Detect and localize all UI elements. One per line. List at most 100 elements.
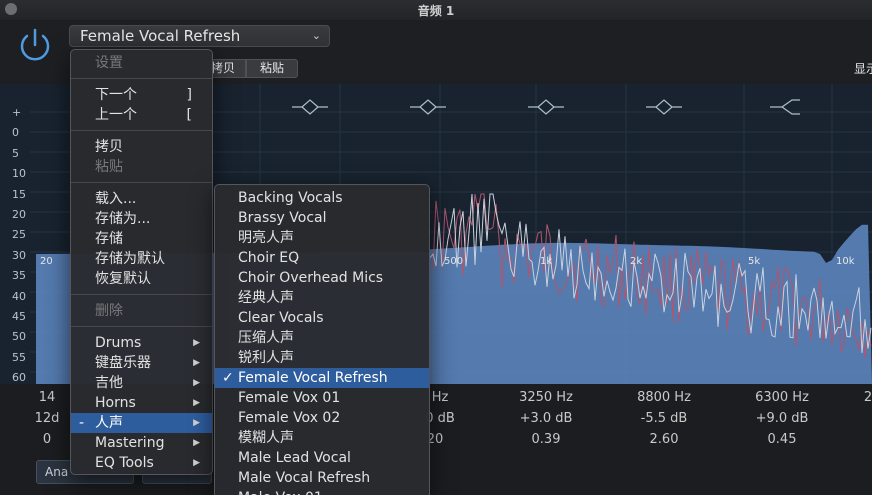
preset-item-label: Female Vocal Refresh [238, 370, 388, 386]
preset-item-label: Choir EQ [238, 250, 300, 266]
preset-item-label: Clear Vocals [238, 310, 324, 326]
preset-item[interactable]: Clear Vocals [215, 308, 429, 328]
menu-separator [71, 294, 212, 295]
menu-item-load[interactable]: 载入... [71, 189, 212, 209]
band4-gain[interactable]: -5.5 dB [624, 411, 704, 426]
band5-gain[interactable]: +9.0 dB [742, 411, 822, 426]
preset-item[interactable]: Female Vox 01 [215, 388, 429, 408]
menu-category-item[interactable]: 键盘乐器 ▶ [71, 353, 212, 373]
db-scale-label: 25 [12, 228, 26, 242]
vocal-presets-submenu: Backing Vocals Brassy Vocal 明亮人声 Choir EQ Ch… [214, 184, 430, 495]
menu-item-settings: 设置 [95, 55, 123, 71]
preset-item-label: 经典人声 [238, 290, 294, 306]
power-icon[interactable] [15, 26, 55, 66]
menu-category-label: 键盘乐器 [95, 355, 151, 371]
freq-scale-label: 2k [630, 256, 643, 267]
preset-item[interactable]: 明亮人声 [215, 228, 429, 248]
menu-item-save-default[interactable]: 存储为默认 [71, 249, 212, 269]
preset-item[interactable]: Male Vox 01 [215, 488, 429, 495]
band5-q[interactable]: 0.45 [742, 432, 822, 447]
db-scale-label: 60 [12, 371, 26, 384]
preset-item[interactable]: Brassy Vocal [215, 208, 429, 228]
menu-separator [71, 182, 212, 183]
preset-item-label: 明亮人声 [238, 230, 294, 246]
preset-item[interactable]: 压缩人声 [215, 328, 429, 348]
submenu-arrow-icon: ▶ [193, 358, 200, 368]
freq-scale-label: 20 [40, 256, 53, 267]
freq-scale-label: 10k [836, 256, 855, 267]
band5-freq[interactable]: 6300 Hz [742, 390, 822, 405]
preset-item-label: 锐利人声 [238, 350, 294, 366]
band6-freq[interactable]: 2 [858, 390, 872, 405]
menu-item-save-as[interactable]: 存储为... [71, 209, 212, 229]
preset-item[interactable]: Male Lead Vocal [215, 448, 429, 468]
band3-gain[interactable]: +3.0 dB [506, 411, 586, 426]
preset-item-label: Female Vox 01 [238, 390, 341, 406]
preset-item-label: Brassy Vocal [238, 210, 327, 226]
preset-item-label: Male Lead Vocal [238, 450, 351, 466]
checkmark-icon: ✓ [222, 370, 234, 386]
db-scale-label: 20 [12, 208, 26, 221]
active-category-marker: - [79, 415, 85, 431]
preset-item[interactable]: 经典人声 [215, 288, 429, 308]
freq-scale-label: 500 [444, 256, 464, 267]
preset-item[interactable]: Choir Overhead Mics [215, 268, 429, 288]
menu-category-item[interactable]: Drums ▶ [71, 333, 212, 353]
menu-item-previous-label: 上一个 [95, 107, 137, 123]
window-title: 音频 1 [417, 4, 455, 18]
menu-category-label: 人声 [95, 415, 123, 431]
db-scale-label: 5 [12, 146, 19, 160]
menu-category-item[interactable]: 吉他 ▶ [71, 373, 212, 393]
band1-q[interactable]: 0 [22, 432, 72, 447]
preset-item[interactable]: ✓ Female Vocal Refresh [215, 368, 429, 388]
menu-separator [71, 78, 212, 79]
menu-item-next-label: 下一个 [95, 87, 137, 103]
menu-separator [71, 130, 212, 131]
preset-item-label: Male Vocal Refresh [238, 470, 371, 486]
db-scale-label: 35 [12, 269, 26, 283]
db-scale-label: 40 [12, 289, 26, 303]
menu-category-item[interactable]: Mastering ▶ [71, 433, 212, 453]
band1-gain[interactable]: 12d [22, 411, 72, 426]
preset-item[interactable]: Choir EQ [215, 248, 429, 268]
preset-name: Female Vocal Refresh [80, 27, 241, 45]
band3-freq[interactable]: 3250 Hz [506, 390, 586, 405]
preset-item-label: 模糊人声 [238, 430, 294, 446]
menu-item-paste: 粘贴 [95, 159, 123, 175]
menu-category-item[interactable]: - 人声 ▶ [71, 413, 212, 433]
menu-category-label: EQ Tools [95, 455, 154, 471]
submenu-arrow-icon: ▶ [193, 438, 200, 448]
band4-q[interactable]: 2.60 [624, 432, 704, 447]
preset-menu: 设置 下一个 ] 上一个 [ 拷贝 粘贴 载入... 存储为... 存储 存储为… [70, 49, 213, 475]
menu-item-copy[interactable]: 拷贝 [71, 137, 212, 157]
preset-item[interactable]: Backing Vocals [215, 188, 429, 208]
freq-scale-label: 5k [748, 256, 761, 267]
db-scale-label: 15 [12, 187, 26, 201]
menu-category-label: Drums [95, 335, 142, 351]
preset-item-label: Choir Overhead Mics [238, 270, 384, 286]
menu-category-item[interactable]: Horns ▶ [71, 393, 212, 413]
paste-button[interactable]: 粘贴 [246, 59, 298, 78]
db-scale-label: 30 [12, 248, 26, 262]
db-scale-label: 55 [12, 350, 26, 364]
submenu-arrow-icon: ▶ [193, 338, 200, 348]
db-scale-label: + [12, 106, 22, 119]
preset-item-label: Female Vox 02 [238, 410, 341, 426]
menu-item-next[interactable]: 下一个 ] [71, 85, 212, 105]
menu-item-save[interactable]: 存储 [71, 229, 212, 249]
menu-item-previous[interactable]: 上一个 [ [71, 105, 212, 125]
preset-item[interactable]: Female Vox 02 [215, 408, 429, 428]
submenu-arrow-icon: ▶ [193, 398, 200, 408]
menu-item-restore-default[interactable]: 恢复默认 [71, 269, 212, 289]
band1-freq[interactable]: 14 [22, 390, 72, 405]
preset-item-label: 压缩人声 [238, 330, 294, 346]
preset-item[interactable]: 锐利人声 [215, 348, 429, 368]
band3-q[interactable]: 0.39 [506, 432, 586, 447]
preset-selector[interactable]: Female Vocal Refresh ⌄ [69, 25, 330, 47]
preset-item[interactable]: Male Vocal Refresh [215, 468, 429, 488]
menu-category-item[interactable]: EQ Tools ▶ [71, 453, 212, 473]
preset-item[interactable]: 模糊人声 [215, 428, 429, 448]
menu-category-label: 吉他 [95, 375, 123, 391]
display-button[interactable]: 显示 [854, 60, 872, 77]
band4-freq[interactable]: 8800 Hz [624, 390, 704, 405]
